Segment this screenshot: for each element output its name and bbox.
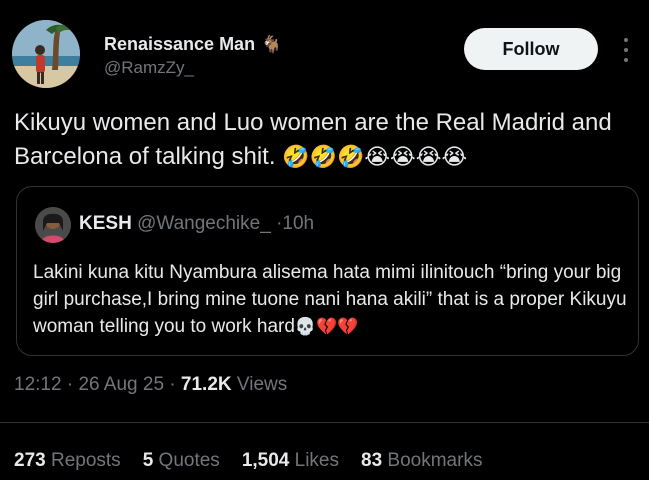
views-count: 71.2K xyxy=(180,374,232,395)
more-vertical-icon[interactable] xyxy=(616,36,636,64)
tweet-meta: 12:12 · 26 Aug 25 · 71.2K Views xyxy=(14,374,287,396)
author-handle[interactable]: @RamzZy_ xyxy=(104,58,194,78)
quoted-emojis: 💀💔💔 xyxy=(294,317,359,336)
author-name-row: Renaissance Man 🐐 xyxy=(104,34,282,55)
tweet-date[interactable]: 26 Aug 25 xyxy=(78,374,164,395)
goat-icon: 🐐 xyxy=(261,34,283,54)
meta-separator: · xyxy=(169,374,176,395)
quoted-profile-photo-icon xyxy=(35,207,71,243)
stat-quotes[interactable]: 5 Quotes xyxy=(143,450,220,472)
tweet-emojis: 🤣🤣🤣😭😭😭😭 xyxy=(282,144,468,169)
author-display-name[interactable]: Renaissance Man xyxy=(104,34,255,55)
views-label: Views xyxy=(236,374,288,395)
reposts-label: Reposts xyxy=(50,450,121,471)
stat-reposts[interactable]: 273 Reposts xyxy=(14,450,121,472)
follow-button[interactable]: Follow xyxy=(464,28,598,70)
bookmarks-count: 83 xyxy=(361,450,383,471)
quoted-tweet-card[interactable]: KESH @Wangechike_ ·10h Lakini kuna kitu … xyxy=(16,186,639,356)
meta-separator: · xyxy=(66,374,74,395)
quoted-time: 10h xyxy=(282,213,315,234)
author-avatar[interactable] xyxy=(12,20,80,88)
stat-bookmarks[interactable]: 83 Bookmarks xyxy=(361,450,482,472)
engagement-stats: 273 Reposts 5 Quotes 1,504 Likes 83 Book… xyxy=(14,450,482,472)
reposts-count: 273 xyxy=(14,450,46,471)
likes-label: Likes xyxy=(294,450,339,471)
quoted-header: KESH @Wangechike_ ·10h xyxy=(79,213,314,235)
quotes-count: 5 xyxy=(142,450,154,471)
quoted-handle[interactable]: @Wangechike_ xyxy=(137,213,271,234)
profile-photo-icon xyxy=(12,20,80,88)
likes-count: 1,504 xyxy=(241,450,290,471)
quoted-text: Lakini kuna kitu Nyambura alisema hata m… xyxy=(33,259,628,340)
divider xyxy=(0,422,649,423)
more-dot xyxy=(624,58,628,62)
stat-likes[interactable]: 1,504 Likes xyxy=(242,450,339,472)
tweet-time[interactable]: 12:12 xyxy=(14,374,62,395)
tweet-text: Kikuyu women and Luo women are the Real … xyxy=(14,106,634,174)
quotes-label: Quotes xyxy=(158,450,220,471)
bookmarks-label: Bookmarks xyxy=(387,450,483,471)
quoted-author-avatar xyxy=(35,207,71,243)
more-dot xyxy=(624,38,628,42)
quoted-display-name[interactable]: KESH xyxy=(79,213,132,234)
more-dot xyxy=(624,48,628,52)
